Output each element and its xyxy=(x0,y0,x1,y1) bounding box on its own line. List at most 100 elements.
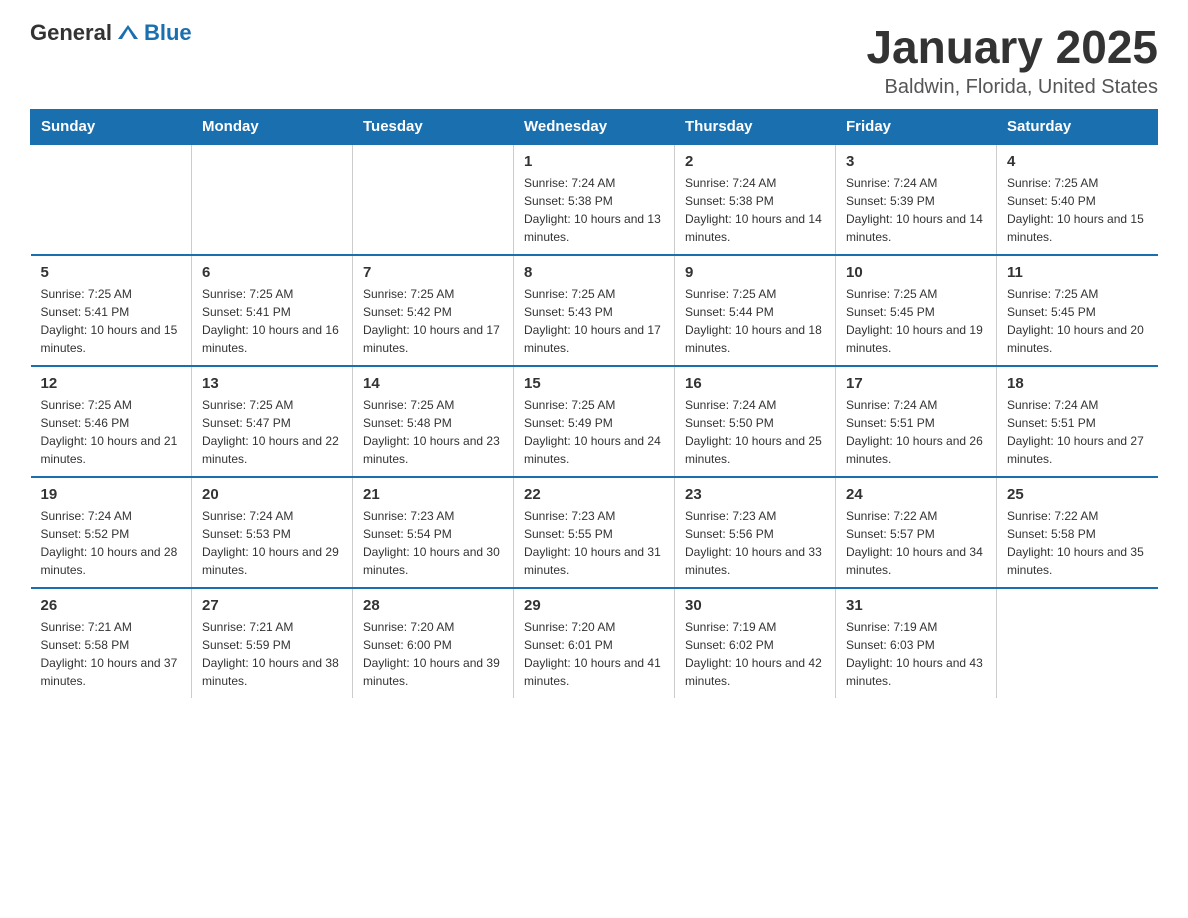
day-info: Sunrise: 7:25 AM Sunset: 5:44 PM Dayligh… xyxy=(685,285,825,357)
day-number: 21 xyxy=(363,486,503,503)
calendar-cell: 31Sunrise: 7:19 AM Sunset: 6:03 PM Dayli… xyxy=(836,588,997,698)
title-block: January 2025 Baldwin, Florida, United St… xyxy=(866,20,1158,99)
day-info: Sunrise: 7:22 AM Sunset: 5:57 PM Dayligh… xyxy=(846,507,986,579)
header-monday: Monday xyxy=(192,110,353,145)
day-number: 17 xyxy=(846,375,986,392)
day-number: 19 xyxy=(41,486,182,503)
day-number: 27 xyxy=(202,597,342,614)
day-info: Sunrise: 7:24 AM Sunset: 5:39 PM Dayligh… xyxy=(846,174,986,246)
day-number: 12 xyxy=(41,375,182,392)
calendar-cell: 21 Sunrise: 7:23 AM Sunset: 5:54 PM Dayli… xyxy=(353,477,514,588)
calendar-cell: 16 Sunrise: 7:24 AM Sunset: 5:50 PM Dayli… xyxy=(675,366,836,477)
day-number: 28 xyxy=(363,597,503,614)
day-number: 6 xyxy=(202,264,342,281)
day-number: 31 xyxy=(846,597,986,614)
day-number: 4 xyxy=(1007,153,1148,170)
calendar-cell: 11 Sunrise: 7:25 AM Sunset: 5:45 PM Dayli… xyxy=(997,255,1158,366)
day-info: Sunrise: 7:25 AM Sunset: 5:42 PM Dayligh… xyxy=(363,285,503,357)
location-title: Baldwin, Florida, United States xyxy=(866,76,1158,99)
calendar-week-2: 12Sunrise: 7:25 AM Sunset: 5:46 PM Dayli… xyxy=(31,366,1158,477)
day-number: 13 xyxy=(202,375,342,392)
logo: General Blue xyxy=(30,20,192,46)
header-saturday: Saturday xyxy=(997,110,1158,145)
calendar-cell: 5Sunrise: 7:25 AM Sunset: 5:41 PM Daylig… xyxy=(31,255,192,366)
calendar-cell: 30 Sunrise: 7:19 AM Sunset: 6:02 PM Dayli… xyxy=(675,588,836,698)
month-title: January 2025 xyxy=(866,20,1158,74)
header-thursday: Thursday xyxy=(675,110,836,145)
day-info: Sunrise: 7:24 AM Sunset: 5:51 PM Dayligh… xyxy=(846,396,986,468)
day-info: Sunrise: 7:25 AM Sunset: 5:41 PM Dayligh… xyxy=(202,285,342,357)
day-number: 20 xyxy=(202,486,342,503)
day-info: Sunrise: 7:20 AM Sunset: 6:00 PM Dayligh… xyxy=(363,618,503,690)
calendar-cell: 26Sunrise: 7:21 AM Sunset: 5:58 PM Dayli… xyxy=(31,588,192,698)
calendar-cell: 4Sunrise: 7:25 AM Sunset: 5:40 PM Daylig… xyxy=(997,144,1158,255)
day-number: 25 xyxy=(1007,486,1148,503)
day-number: 16 xyxy=(685,375,825,392)
day-number: 23 xyxy=(685,486,825,503)
day-info: Sunrise: 7:24 AM Sunset: 5:38 PM Dayligh… xyxy=(685,174,825,246)
calendar-week-4: 26Sunrise: 7:21 AM Sunset: 5:58 PM Dayli… xyxy=(31,588,1158,698)
calendar-table: SundayMondayTuesdayWednesdayThursdayFrid… xyxy=(30,109,1158,698)
day-number: 11 xyxy=(1007,264,1148,281)
calendar-cell: 14Sunrise: 7:25 AM Sunset: 5:48 PM Dayli… xyxy=(353,366,514,477)
calendar-cell xyxy=(353,144,514,255)
day-info: Sunrise: 7:21 AM Sunset: 5:59 PM Dayligh… xyxy=(202,618,342,690)
day-info: Sunrise: 7:25 AM Sunset: 5:45 PM Dayligh… xyxy=(846,285,986,357)
day-info: Sunrise: 7:20 AM Sunset: 6:01 PM Dayligh… xyxy=(524,618,664,690)
calendar-week-3: 19Sunrise: 7:24 AM Sunset: 5:52 PM Dayli… xyxy=(31,477,1158,588)
day-info: Sunrise: 7:25 AM Sunset: 5:41 PM Dayligh… xyxy=(41,285,182,357)
calendar-cell: 18 Sunrise: 7:24 AM Sunset: 5:51 PM Dayli… xyxy=(997,366,1158,477)
day-number: 22 xyxy=(524,486,664,503)
day-info: Sunrise: 7:22 AM Sunset: 5:58 PM Dayligh… xyxy=(1007,507,1148,579)
calendar-cell: 3 Sunrise: 7:24 AM Sunset: 5:39 PM Daylig… xyxy=(836,144,997,255)
day-info: Sunrise: 7:25 AM Sunset: 5:49 PM Dayligh… xyxy=(524,396,664,468)
calendar-cell: 20 Sunrise: 7:24 AM Sunset: 5:53 PM Dayli… xyxy=(192,477,353,588)
calendar-header-row: SundayMondayTuesdayWednesdayThursdayFrid… xyxy=(31,110,1158,145)
calendar-cell: 23 Sunrise: 7:23 AM Sunset: 5:56 PM Dayli… xyxy=(675,477,836,588)
day-info: Sunrise: 7:24 AM Sunset: 5:53 PM Dayligh… xyxy=(202,507,342,579)
day-info: Sunrise: 7:19 AM Sunset: 6:02 PM Dayligh… xyxy=(685,618,825,690)
day-info: Sunrise: 7:25 AM Sunset: 5:48 PM Dayligh… xyxy=(363,396,503,468)
calendar-cell: 29Sunrise: 7:20 AM Sunset: 6:01 PM Dayli… xyxy=(514,588,675,698)
calendar-cell: 19Sunrise: 7:24 AM Sunset: 5:52 PM Dayli… xyxy=(31,477,192,588)
calendar-cell: 28 Sunrise: 7:20 AM Sunset: 6:00 PM Dayli… xyxy=(353,588,514,698)
calendar-cell: 24Sunrise: 7:22 AM Sunset: 5:57 PM Dayli… xyxy=(836,477,997,588)
day-info: Sunrise: 7:25 AM Sunset: 5:45 PM Dayligh… xyxy=(1007,285,1148,357)
calendar-cell: 6 Sunrise: 7:25 AM Sunset: 5:41 PM Daylig… xyxy=(192,255,353,366)
day-number: 9 xyxy=(685,264,825,281)
day-info: Sunrise: 7:25 AM Sunset: 5:43 PM Dayligh… xyxy=(524,285,664,357)
day-info: Sunrise: 7:23 AM Sunset: 5:55 PM Dayligh… xyxy=(524,507,664,579)
calendar-cell: 7Sunrise: 7:25 AM Sunset: 5:42 PM Daylig… xyxy=(353,255,514,366)
calendar-cell: 8 Sunrise: 7:25 AM Sunset: 5:43 PM Daylig… xyxy=(514,255,675,366)
calendar-cell: 10 Sunrise: 7:25 AM Sunset: 5:45 PM Dayli… xyxy=(836,255,997,366)
calendar-cell: 9 Sunrise: 7:25 AM Sunset: 5:44 PM Daylig… xyxy=(675,255,836,366)
calendar-cell: 25 Sunrise: 7:22 AM Sunset: 5:58 PM Dayli… xyxy=(997,477,1158,588)
calendar-week-1: 5Sunrise: 7:25 AM Sunset: 5:41 PM Daylig… xyxy=(31,255,1158,366)
calendar-cell: 2 Sunrise: 7:24 AM Sunset: 5:38 PM Daylig… xyxy=(675,144,836,255)
calendar-cell xyxy=(192,144,353,255)
day-info: Sunrise: 7:24 AM Sunset: 5:51 PM Dayligh… xyxy=(1007,396,1148,468)
day-number: 3 xyxy=(846,153,986,170)
calendar-cell: 12Sunrise: 7:25 AM Sunset: 5:46 PM Dayli… xyxy=(31,366,192,477)
calendar-cell: 15 Sunrise: 7:25 AM Sunset: 5:49 PM Dayli… xyxy=(514,366,675,477)
day-info: Sunrise: 7:24 AM Sunset: 5:50 PM Dayligh… xyxy=(685,396,825,468)
day-info: Sunrise: 7:23 AM Sunset: 5:54 PM Dayligh… xyxy=(363,507,503,579)
day-info: Sunrise: 7:25 AM Sunset: 5:47 PM Dayligh… xyxy=(202,396,342,468)
day-info: Sunrise: 7:23 AM Sunset: 5:56 PM Dayligh… xyxy=(685,507,825,579)
day-number: 2 xyxy=(685,153,825,170)
day-number: 18 xyxy=(1007,375,1148,392)
page-header: General Blue January 2025 Baldwin, Flori… xyxy=(30,20,1158,99)
header-sunday: Sunday xyxy=(31,110,192,145)
logo-blue: Blue xyxy=(144,20,192,46)
day-number: 8 xyxy=(524,264,664,281)
day-number: 15 xyxy=(524,375,664,392)
logo-general: General xyxy=(30,20,112,46)
day-number: 30 xyxy=(685,597,825,614)
calendar-cell: 13 Sunrise: 7:25 AM Sunset: 5:47 PM Dayli… xyxy=(192,366,353,477)
calendar-cell: 17 Sunrise: 7:24 AM Sunset: 5:51 PM Dayli… xyxy=(836,366,997,477)
calendar-cell: 1Sunrise: 7:24 AM Sunset: 5:38 PM Daylig… xyxy=(514,144,675,255)
day-number: 10 xyxy=(846,264,986,281)
calendar-cell: 27 Sunrise: 7:21 AM Sunset: 5:59 PM Dayli… xyxy=(192,588,353,698)
calendar-cell xyxy=(997,588,1158,698)
header-friday: Friday xyxy=(836,110,997,145)
